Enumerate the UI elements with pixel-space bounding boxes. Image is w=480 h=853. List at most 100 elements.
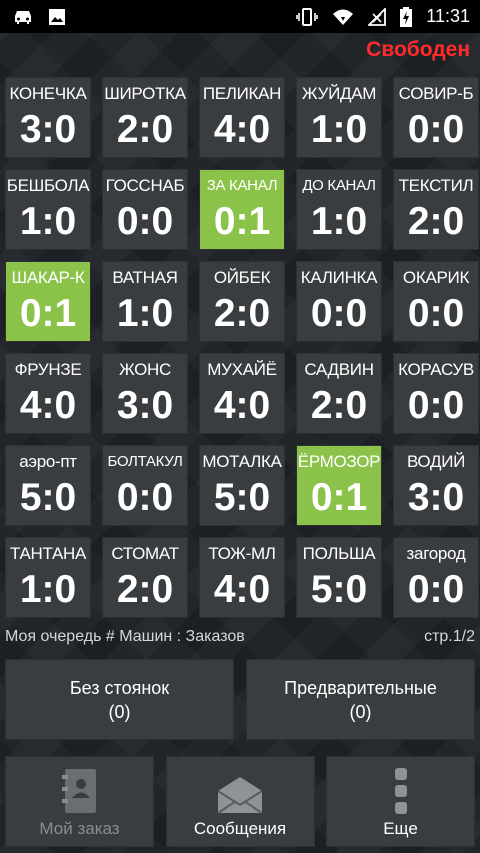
stand-score: 4:0 [213, 568, 271, 611]
stand-name: ПЕЛИКАН [202, 84, 282, 103]
stand-tile[interactable]: МУХАЙЁ 4:0 [199, 353, 285, 434]
stand-tile[interactable]: аэро-пт 5:0 [5, 445, 91, 526]
stand-score: 0:1 [310, 476, 368, 519]
stand-name: БОЛТАКУЛ [107, 453, 183, 470]
stand-grid: КОНЕЧКА 3:0 ШИРОТКА 2:0 ПЕЛИКАН 4:0 ЖУЙДАМ 1:0 С… [5, 77, 479, 618]
queue-label: Моя очередь # Машин : Заказов [5, 628, 245, 645]
stand-tile[interactable]: ШИРОТКА 2:0 [102, 77, 188, 158]
more-icon [394, 768, 407, 814]
stand-tile[interactable]: БОЛТАКУЛ 0:0 [102, 445, 188, 526]
stand-tile[interactable]: ФРУНЗЕ 4:0 [5, 353, 91, 434]
stand-score: 3:0 [116, 384, 174, 427]
stand-name: ОКАРИК [402, 268, 470, 287]
stand-score: 5:0 [19, 476, 77, 519]
stand-score: 2:0 [116, 568, 174, 611]
stand-tile[interactable]: БЕШБОЛА 1:0 [5, 169, 91, 250]
stand-tile[interactable]: КОНЕЧКА 3:0 [5, 77, 91, 158]
stand-tile[interactable]: ЗА КАНАЛ 0:1 [199, 169, 285, 250]
stand-name: ВОДИЙ [406, 452, 466, 471]
stand-tile[interactable]: ЖОНС 3:0 [102, 353, 188, 434]
stand-tile[interactable]: загород 0:0 [393, 537, 479, 618]
stand-score: 1:0 [310, 108, 368, 151]
image-icon [49, 8, 65, 25]
stand-name: ШАКАР-К [11, 268, 85, 287]
stand-score: 4:0 [19, 384, 77, 427]
stand-name: ВАТНАЯ [112, 268, 178, 287]
stand-tile[interactable]: ЖУЙДАМ 1:0 [296, 77, 382, 158]
stand-tile[interactable]: СОВИР-Б 0:0 [393, 77, 479, 158]
filter-buttons: Без стоянок (0) Предварительные (0) [5, 659, 475, 740]
my-order-button[interactable]: Мой заказ [5, 756, 154, 847]
stand-name: БЕШБОЛА [6, 176, 90, 195]
page-indicator: стр.1/2 [424, 628, 475, 645]
stand-tile[interactable]: КОРАСУВ 0:0 [393, 353, 479, 434]
stand-score: 4:0 [213, 384, 271, 427]
stand-name: ТОЖ-МЛ [208, 544, 276, 563]
stand-tile[interactable]: ЁРМОЗОР 0:1 [296, 445, 382, 526]
stand-name: КАЛИНКА [300, 268, 378, 287]
more-label: Еще [383, 819, 418, 838]
stand-score: 0:0 [310, 292, 368, 335]
driver-status-label[interactable]: Свободен [366, 38, 470, 62]
stand-tile[interactable]: ГОССНАБ 0:0 [102, 169, 188, 250]
stand-score: 1:0 [19, 568, 77, 611]
stand-score: 5:0 [213, 476, 271, 519]
stand-tile[interactable]: ПОЛЬША 5:0 [296, 537, 382, 618]
status-bar: 11:31 [0, 0, 480, 33]
stand-tile[interactable]: ДО КАНАЛ 1:0 [296, 169, 382, 250]
messages-button[interactable]: Сообщения [165, 756, 315, 847]
car-icon [15, 10, 31, 24]
stand-score: 0:1 [213, 200, 271, 243]
stand-tile[interactable]: ТАНТАНА 1:0 [5, 537, 91, 618]
stand-name: ТЕКСТИЛ [398, 176, 474, 195]
stand-tile[interactable]: МОТАЛКА 5:0 [199, 445, 285, 526]
stand-tile[interactable]: ВАТНАЯ 1:0 [102, 261, 188, 342]
stand-score: 0:1 [19, 292, 77, 335]
no-stands-count: (0) [108, 701, 131, 722]
battery-charging-icon [400, 6, 413, 27]
stand-tile[interactable]: ШАКАР-К 0:1 [5, 261, 91, 342]
stand-score: 1:0 [19, 200, 77, 243]
stand-score: 0:0 [407, 568, 465, 611]
stand-name: аэро-пт [19, 452, 77, 471]
address-book-icon [61, 769, 96, 813]
stand-name: СОВИР-Б [398, 84, 474, 103]
my-order-label: Мой заказ [39, 819, 120, 838]
stand-name: МОТАЛКА [202, 452, 282, 471]
no-stands-label: Без стоянок [69, 677, 170, 698]
stand-name: КОНЕЧКА [9, 84, 87, 103]
stand-name: ЖУЙДАМ [301, 84, 377, 103]
stand-tile[interactable]: ОЙБЕК 2:0 [199, 261, 285, 342]
preliminary-button[interactable]: Предварительные (0) [246, 659, 475, 740]
preliminary-count: (0) [349, 701, 372, 722]
no-stands-button[interactable]: Без стоянок (0) [5, 659, 234, 740]
stand-name: ФРУНЗЕ [14, 360, 82, 379]
stand-name: МУХАЙЁ [207, 360, 277, 379]
envelope-icon [217, 777, 263, 814]
stand-name: ГОССНАБ [105, 176, 185, 195]
stand-name: СТОМАТ [111, 544, 179, 563]
stand-name: ЁРМОЗОР [297, 452, 381, 471]
stand-tile[interactable]: ТОЖ-МЛ 4:0 [199, 537, 285, 618]
stand-tile[interactable]: СТОМАТ 2:0 [102, 537, 188, 618]
stand-tile[interactable]: ВОДИЙ 3:0 [393, 445, 479, 526]
stand-tile[interactable]: КАЛИНКА 0:0 [296, 261, 382, 342]
stand-score: 1:0 [310, 200, 368, 243]
stand-score: 2:0 [116, 108, 174, 151]
stand-name: ПОЛЬША [302, 544, 376, 563]
stand-name: ШИРОТКА [104, 84, 186, 103]
stand-score: 2:0 [310, 384, 368, 427]
stand-score: 0:0 [407, 108, 465, 151]
stand-tile[interactable]: ТЕКСТИЛ 2:0 [393, 169, 479, 250]
stand-tile[interactable]: ОКАРИК 0:0 [393, 261, 479, 342]
stand-score: 3:0 [407, 476, 465, 519]
stand-name: ДО КАНАЛ [302, 177, 376, 194]
stand-tile[interactable]: САДВИН 2:0 [296, 353, 382, 434]
stand-name: ЖОНС [119, 360, 171, 379]
stand-score: 4:0 [213, 108, 271, 151]
clock: 11:31 [426, 6, 470, 26]
stand-score: 2:0 [407, 200, 465, 243]
stand-score: 5:0 [310, 568, 368, 611]
stand-tile[interactable]: ПЕЛИКАН 4:0 [199, 77, 285, 158]
more-button[interactable]: Еще [326, 756, 475, 847]
